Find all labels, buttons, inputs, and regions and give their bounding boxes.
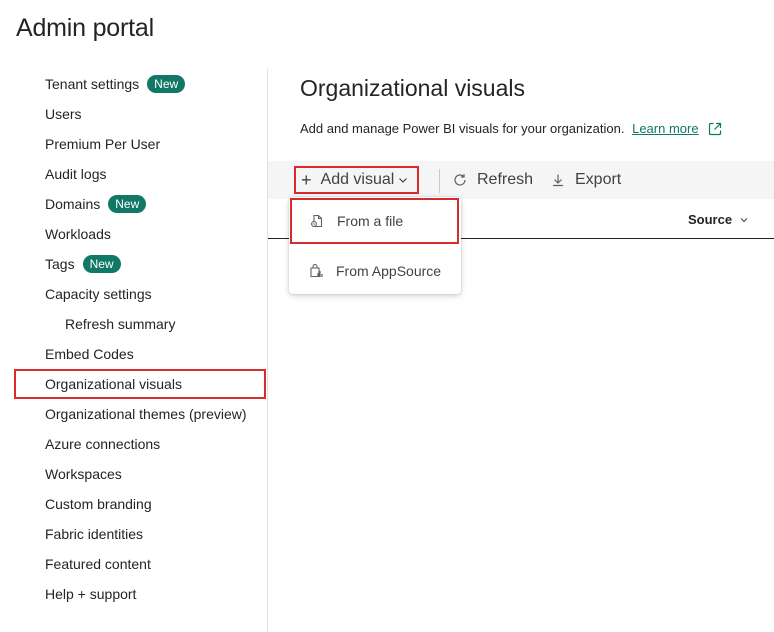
page-description: Add and manage Power BI visuals for your… [300,121,722,136]
sidebar-item-help-support[interactable]: Help + support [14,579,266,609]
sidebar-item-domains[interactable]: Domains New [14,189,266,219]
column-header-source[interactable]: Source [688,212,748,227]
sidebar-item-embed-codes[interactable]: Embed Codes [14,339,266,369]
refresh-button[interactable]: Refresh [453,166,533,194]
learn-more-link[interactable]: Learn more [632,121,698,136]
export-button[interactable]: Export [551,166,621,194]
sidebar-item-label: Premium Per User [45,136,161,152]
sidebar-item-label: Embed Codes [45,346,134,362]
sidebar-item-label: Help + support [45,586,137,602]
sidebar-item-label: Organizational themes (preview) [45,406,247,422]
toolbar: + Add visual Refresh Export [268,161,774,199]
chevron-down-icon [740,217,748,222]
add-visual-label: Add visual [320,171,395,188]
main-content: Organizational visuals Add and manage Po… [268,69,774,632]
sidebar-item-tenant-settings[interactable]: Tenant settings New [14,69,266,99]
description-text: Add and manage Power BI visuals for your… [300,121,625,136]
refresh-label: Refresh [477,171,534,188]
toolbar-separator [439,169,440,193]
sidebar-item-premium-per-user[interactable]: Premium Per User [14,129,266,159]
sidebar-item-featured-content[interactable]: Featured content [14,549,266,579]
column-header-label: Source [688,212,733,227]
sidebar-item-label: Organizational visuals [45,376,182,392]
new-badge: New [147,75,186,93]
sidebar-item-custom-branding[interactable]: Custom branding [14,489,266,519]
menu-item-from-appsource[interactable]: From AppSource [289,248,461,294]
sidebar-item-workloads[interactable]: Workloads [14,219,266,249]
chevron-down-icon [399,178,408,183]
sidebar-item-label: Workloads [45,226,111,242]
appsource-icon [310,264,323,278]
menu-item-label: From AppSource [336,263,442,279]
page-title: Organizational visuals [300,75,526,101]
sidebar-item-label: Azure connections [45,436,161,452]
external-link-icon[interactable] [708,122,722,136]
sidebar-item-fabric-identities[interactable]: Fabric identities [14,519,266,549]
sidebar-item-audit-logs[interactable]: Audit logs [14,159,266,189]
sidebar-item-workspaces[interactable]: Workspaces [14,459,266,489]
sidebar-item-label: Fabric identities [45,526,144,542]
sidebar: Tenant settings New Users Premium Per Us… [0,69,268,632]
menu-item-from-a-file[interactable]: From a file [290,198,459,244]
refresh-icon [454,174,466,186]
sidebar-item-label: Custom branding [45,496,152,512]
sidebar-item-refresh-summary[interactable]: Refresh summary [14,309,266,339]
sidebar-item-label: Users [45,106,82,122]
file-visual-icon [311,214,323,228]
add-visual-menu: From a file From AppSource [289,197,461,294]
menu-item-label: From a file [337,213,404,229]
sidebar-item-label: Featured content [45,556,151,572]
sidebar-item-organizational-visuals[interactable]: Organizational visuals [14,369,266,399]
sidebar-item-label: Domains [45,196,101,212]
download-icon [553,174,563,187]
sidebar-item-capacity-settings[interactable]: Capacity settings [14,279,266,309]
plus-icon: + [301,170,312,190]
sidebar-item-tags[interactable]: Tags New [14,249,266,279]
new-badge: New [108,195,147,213]
new-badge: New [82,255,121,273]
sidebar-item-label: Tags [45,256,75,272]
sidebar-item-users[interactable]: Users [14,99,266,129]
sidebar-item-label: Workspaces [45,466,122,482]
sidebar-item-organizational-themes[interactable]: Organizational themes (preview) [14,399,266,429]
add-visual-button[interactable]: + Add visual [294,166,419,194]
sidebar-item-label: Capacity settings [45,286,152,302]
sidebar-item-label: Tenant settings [45,76,140,92]
sidebar-item-label: Refresh summary [65,316,176,332]
sidebar-item-azure-connections[interactable]: Azure connections [14,429,266,459]
sidebar-item-label: Audit logs [45,166,107,182]
export-label: Export [575,171,622,188]
app-title: Admin portal [16,14,154,42]
